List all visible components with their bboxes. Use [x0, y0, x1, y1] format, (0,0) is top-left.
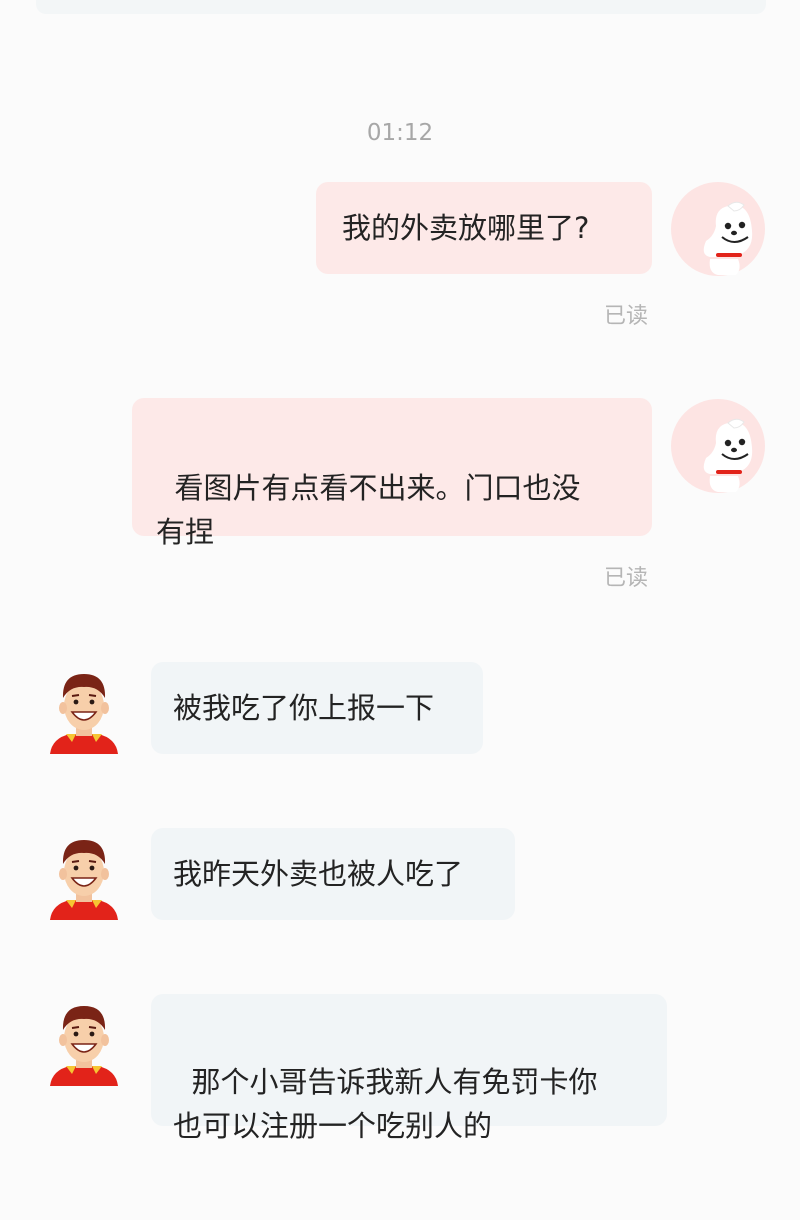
- my-message-bubble[interactable]: 我的外卖放哪里了?: [316, 182, 652, 274]
- their-message-text: 那个小哥告诉我新人有免罚卡你 也可以注册一个吃别人的: [173, 1065, 598, 1143]
- their-message-text: 被我吃了你上报一下: [173, 691, 435, 725]
- my-message-text: 看图片有点看不出来。门口也没 有捏: [156, 471, 581, 549]
- courier-avatar-icon[interactable]: [36, 828, 132, 924]
- read-status: 已读: [604, 566, 649, 591]
- their-message-bubble[interactable]: 那个小哥告诉我新人有免罚卡你 也可以注册一个吃别人的: [151, 994, 667, 1143]
- message-timestamp: 01:12: [366, 120, 434, 146]
- joy-dog-avatar-icon[interactable]: [670, 181, 766, 277]
- courier-avatar-icon[interactable]: [36, 994, 132, 1090]
- their-message-text: 我昨天外卖也被人吃了: [173, 857, 464, 891]
- previous-message-edge: [36, 0, 766, 14]
- their-message-bubble[interactable]: 我昨天外卖也被人吃了: [151, 828, 515, 920]
- read-status: 已读: [604, 304, 649, 329]
- my-message-bubble[interactable]: 看图片有点看不出来。门口也没 有捏: [132, 398, 652, 549]
- their-message-bubble[interactable]: 被我吃了你上报一下: [151, 662, 483, 754]
- joy-dog-avatar-icon[interactable]: [670, 398, 766, 494]
- courier-avatar-icon[interactable]: [36, 662, 132, 758]
- my-message-text: 我的外卖放哪里了?: [342, 211, 590, 245]
